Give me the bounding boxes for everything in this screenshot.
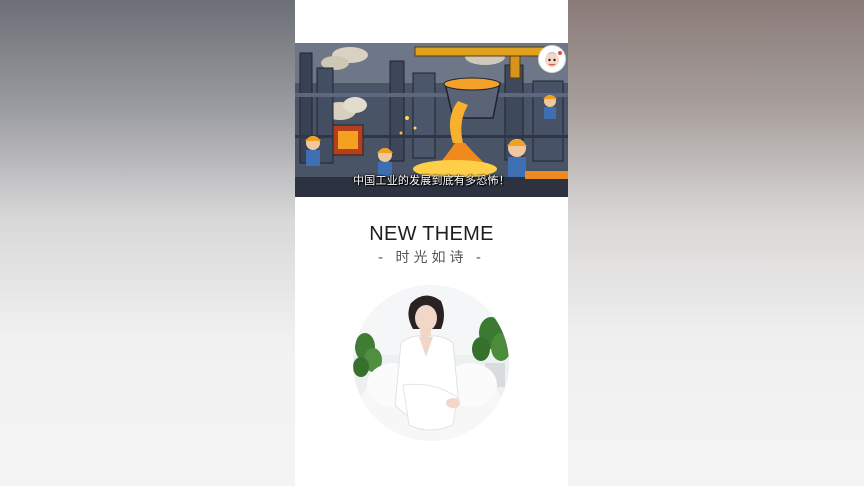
worker-figure — [305, 136, 321, 166]
theme-subtitle: - 时光如诗 - — [377, 250, 485, 266]
blurred-backdrop-left — [0, 0, 295, 486]
theme-title: NEW THEME — [369, 223, 494, 245]
video-subtitle: 中国工业的发展到底有多恐怖！ — [353, 174, 510, 187]
industry-video-thumbnail[interactable]: 中国工业的发展到底有多恐怖！ — [295, 43, 568, 197]
video-player-stage: 中国工业的发展到底有多恐怖！ NEW THEME - 时光如诗 - — [0, 0, 864, 486]
worker-figure — [543, 95, 557, 119]
cartoon-avatar-icon[interactable] — [538, 45, 566, 73]
blurred-backdrop-right — [568, 0, 864, 486]
profile-portrait-photo[interactable] — [353, 285, 509, 441]
vertical-video-frame[interactable]: 中国工业的发展到底有多恐怖！ NEW THEME - 时光如诗 - — [295, 0, 568, 486]
